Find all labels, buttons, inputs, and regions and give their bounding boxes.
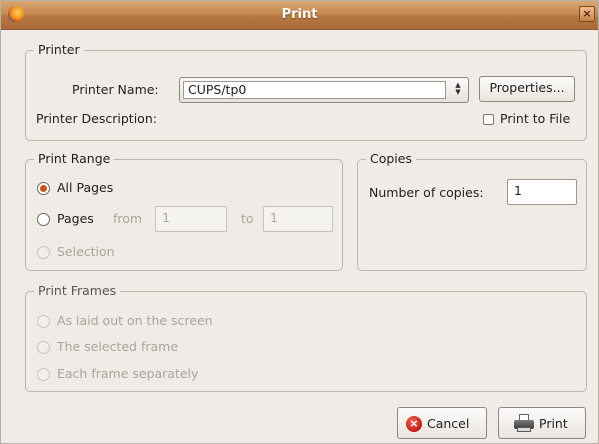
updown-arrows-icon: ▲ ▼ xyxy=(455,81,461,96)
print-to-file-checkbox[interactable] xyxy=(483,114,494,125)
frame-option-label: The selected frame xyxy=(57,339,179,354)
print-frames-group-label: Print Frames xyxy=(34,283,121,299)
properties-button[interactable]: Properties... xyxy=(479,76,575,102)
frame-option-radio[interactable] xyxy=(37,341,50,354)
number-of-copies-input[interactable]: 1 xyxy=(507,179,577,205)
printer-name-label: Printer Name: xyxy=(72,82,159,97)
printer-icon xyxy=(514,414,534,432)
frame-option-label: Each frame separately xyxy=(57,366,199,381)
close-icon: × xyxy=(582,7,592,20)
cancel-button-label: Cancel xyxy=(427,416,470,431)
copies-group-label: Copies xyxy=(366,151,416,167)
all-pages-radio[interactable] xyxy=(37,182,50,195)
frame-option-radio[interactable] xyxy=(37,315,50,328)
all-pages-label[interactable]: All Pages xyxy=(57,180,113,196)
selection-radio[interactable] xyxy=(37,246,50,259)
number-of-copies-label: Number of copies: xyxy=(369,185,484,200)
print-dialog: Print × Printer Printer Name: CUPS/tp0 ▲… xyxy=(0,0,599,444)
frame-option-radio[interactable] xyxy=(37,368,50,381)
print-range-group-label: Print Range xyxy=(34,151,115,167)
from-page-input[interactable]: 1 xyxy=(155,206,227,232)
copies-group: Copies xyxy=(357,151,587,271)
to-page-input[interactable]: 1 xyxy=(263,206,333,232)
frame-option-label: As laid out on the screen xyxy=(57,313,213,328)
window-title: Print xyxy=(281,7,318,22)
pages-radio[interactable] xyxy=(37,213,50,226)
pages-label[interactable]: Pages xyxy=(57,211,94,227)
printer-name-combo[interactable]: CUPS/tp0 ▲ ▼ xyxy=(179,77,469,103)
from-label: from xyxy=(113,211,143,226)
print-to-file-label[interactable]: Print to File xyxy=(500,111,570,127)
title-bar[interactable]: Print × xyxy=(1,1,598,30)
selection-label: Selection xyxy=(57,244,115,259)
printer-description-label: Printer Description: xyxy=(36,111,157,126)
close-button[interactable]: × xyxy=(579,6,595,22)
cancel-button[interactable]: × Cancel xyxy=(397,407,487,439)
print-button-label: Print xyxy=(539,416,568,431)
printer-group-label: Printer xyxy=(34,42,84,58)
cancel-icon: × xyxy=(406,416,422,432)
print-button[interactable]: Print xyxy=(498,407,586,439)
to-label: to xyxy=(241,211,254,226)
printer-name-value: CUPS/tp0 xyxy=(183,81,446,99)
